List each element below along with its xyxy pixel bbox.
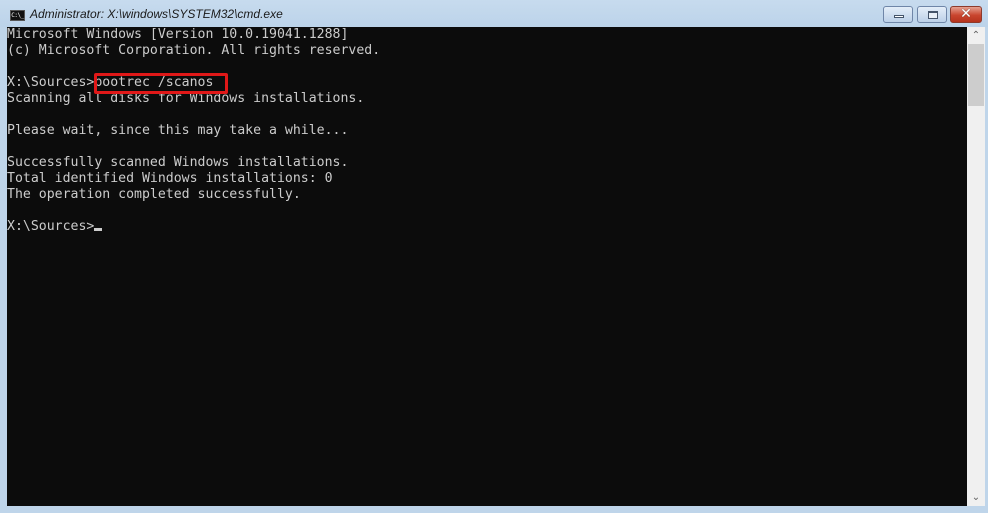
scroll-down-icon[interactable]: ⌄ bbox=[967, 489, 985, 506]
text-cursor bbox=[94, 228, 103, 231]
scroll-up-icon[interactable]: ⌃ bbox=[967, 27, 985, 44]
minimize-button[interactable] bbox=[883, 6, 913, 23]
console-line: Microsoft Windows [Version 10.0.19041.12… bbox=[7, 27, 349, 42]
vertical-scrollbar[interactable]: ⌃ ⌄ bbox=[967, 27, 985, 506]
title-bar[interactable]: C:\_ Administrator: X:\windows\SYSTEM32\… bbox=[0, 0, 988, 27]
maximize-button[interactable] bbox=[917, 6, 947, 23]
console-line: The operation completed successfully. bbox=[7, 187, 301, 202]
cmd-icon[interactable]: C:\_ bbox=[10, 10, 25, 21]
close-button[interactable]: ✕ bbox=[950, 6, 982, 23]
command-highlight-box bbox=[94, 73, 228, 94]
console-output[interactable]: Microsoft Windows [Version 10.0.19041.12… bbox=[7, 27, 967, 506]
console-line: Successfully scanned Windows installatio… bbox=[7, 155, 349, 170]
scrollbar-thumb[interactable] bbox=[968, 44, 984, 106]
console-line: Total identified Windows installations: … bbox=[7, 171, 333, 186]
minimize-icon bbox=[894, 15, 904, 18]
window-title: Administrator: X:\windows\SYSTEM32\cmd.e… bbox=[30, 7, 283, 21]
console-prompt: X:\Sources> bbox=[7, 219, 95, 234]
console-line: Please wait, since this may take a while… bbox=[7, 123, 349, 138]
console-line: (c) Microsoft Corporation. All rights re… bbox=[7, 43, 381, 58]
maximize-icon bbox=[928, 11, 938, 19]
close-icon: ✕ bbox=[960, 6, 972, 22]
console-prompt-line[interactable]: X:\Sources> bbox=[7, 219, 103, 235]
